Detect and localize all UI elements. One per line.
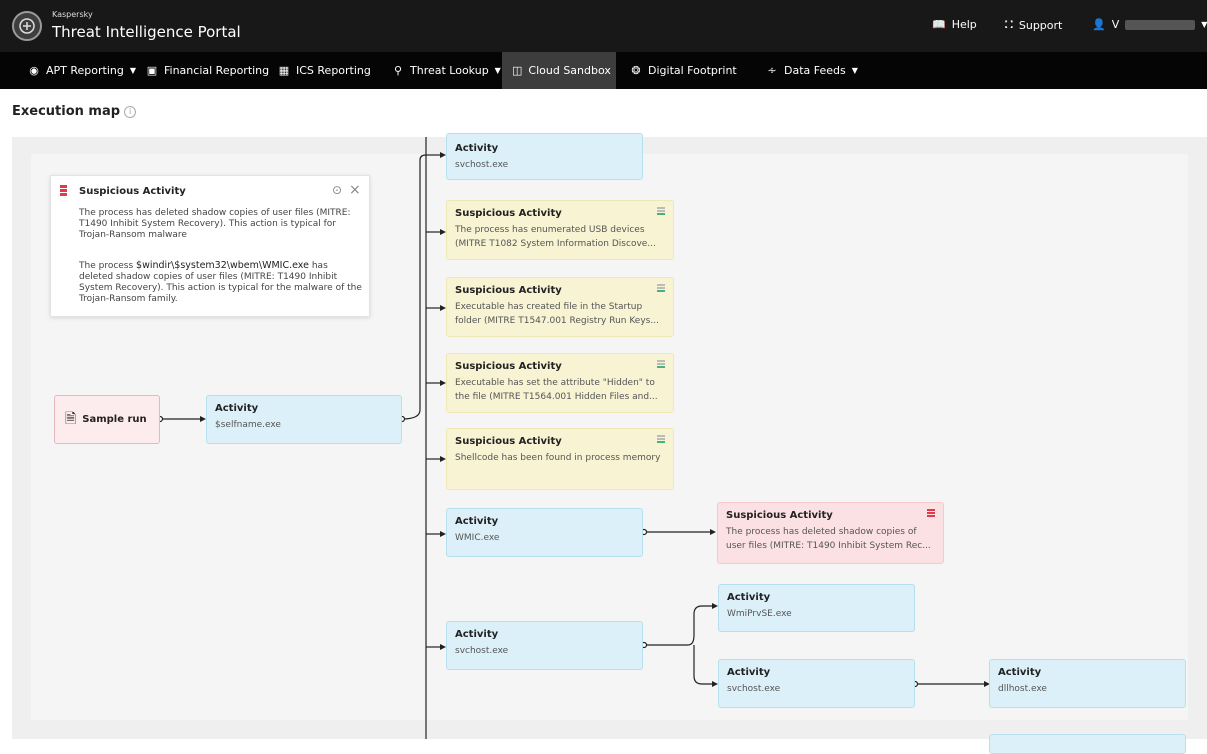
node-title: Suspicious Activity <box>726 510 833 521</box>
suspicious-node-startup[interactable]: Suspicious Activity Executable has creat… <box>446 277 674 337</box>
node-description: The process has enumerated USB devices (… <box>455 225 656 249</box>
severity-high-icon <box>927 509 935 521</box>
node-title: Suspicious Activity <box>455 208 562 219</box>
node-title: Activity <box>455 516 499 527</box>
node-process: svchost.exe <box>455 160 509 170</box>
activity-node-svchost-2[interactable]: Activity svchost.exe <box>446 621 643 670</box>
suspicious-node-usb[interactable]: Suspicious Activity The process has enum… <box>446 200 674 260</box>
activity-node-svchost-1[interactable]: Activity svchost.exe <box>446 133 643 180</box>
node-title: Activity <box>727 592 771 603</box>
activity-node-wmic[interactable]: Activity WMIC.exe <box>446 508 643 557</box>
activity-node-wmiprvse[interactable]: Activity WmiPrvSE.exe <box>718 584 915 632</box>
node-process: WmiPrvSE.exe <box>727 609 792 619</box>
node-description: Shellcode has been found in process memo… <box>455 453 661 463</box>
node-process: WMIC.exe <box>455 533 500 543</box>
sample-run-node[interactable]: 🗎 Sample run <box>54 395 160 444</box>
tooltip-description: The process has deleted shadow copies of… <box>79 208 351 240</box>
tooltip-details: The process $windir\$system32\wbem\WMIC.… <box>79 260 364 305</box>
suspicious-node-shellcode[interactable]: Suspicious Activity Shellcode has been f… <box>446 428 674 490</box>
activity-node-dllhost[interactable]: Activity dllhost.exe <box>989 659 1186 708</box>
tooltip-title: Suspicious Activity <box>79 186 186 197</box>
activity-node-partial[interactable] <box>989 734 1186 754</box>
node-description: Executable has set the attribute "Hidden… <box>455 378 658 402</box>
suspicious-node-hidden[interactable]: Suspicious Activity Executable has set t… <box>446 353 674 413</box>
sample-run-label: Sample run <box>82 414 147 425</box>
node-title: Suspicious Activity <box>455 361 562 372</box>
document-icon: 🗎 <box>65 410 77 427</box>
node-description: The process has deleted shadow copies of… <box>726 527 931 551</box>
close-icon[interactable]: × <box>349 182 361 198</box>
node-title: Suspicious Activity <box>455 285 562 296</box>
node-title: Activity <box>215 403 259 414</box>
suspicious-node-shadow-copies[interactable]: Suspicious Activity The process has dele… <box>717 502 944 564</box>
locate-icon[interactable]: ⊙ <box>332 183 342 197</box>
node-description: Executable has created file in the Start… <box>455 302 659 326</box>
node-process: $selfname.exe <box>215 420 281 430</box>
severity-low-icon <box>657 284 665 296</box>
node-title: Activity <box>455 629 499 640</box>
activity-node-root[interactable]: Activity $selfname.exe <box>206 395 402 444</box>
tooltip-details-prefix: The process <box>79 261 137 271</box>
severity-low-icon <box>657 207 665 219</box>
severity-low-icon <box>657 360 665 372</box>
node-title: Activity <box>998 667 1042 678</box>
node-title: Activity <box>727 667 771 678</box>
node-title: Activity <box>455 143 499 154</box>
tooltip-process-path: $windir\$system32\wbem\WMIC.exe <box>136 260 309 271</box>
node-process: svchost.exe <box>727 684 781 694</box>
node-process: svchost.exe <box>455 646 509 656</box>
severity-low-icon <box>657 435 665 447</box>
node-process: dllhost.exe <box>998 684 1047 694</box>
node-title: Suspicious Activity <box>455 436 562 447</box>
suspicious-activity-tooltip: Suspicious Activity ⊙ × The process has … <box>50 175 370 317</box>
activity-node-svchost-3[interactable]: Activity svchost.exe <box>718 659 915 708</box>
severity-high-icon <box>60 185 67 197</box>
